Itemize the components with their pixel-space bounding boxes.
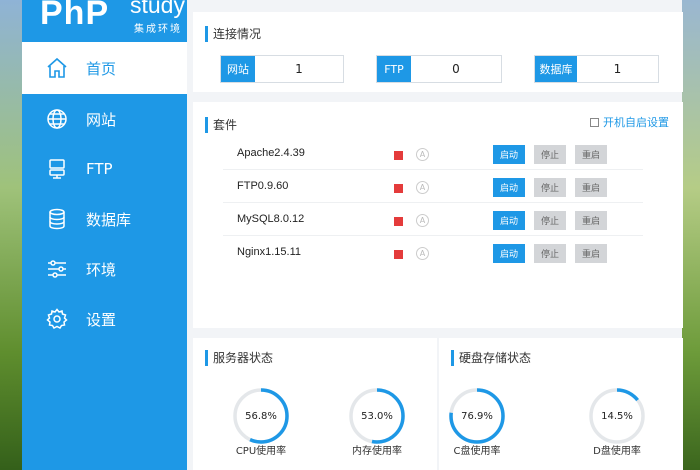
cpu-gauge: 56.8% (231, 386, 291, 446)
gauge-label: 内存使用率 (352, 446, 402, 457)
start-button[interactable]: 启动 (493, 244, 525, 263)
stop-button[interactable]: 停止 (534, 244, 566, 263)
home-icon (44, 55, 70, 81)
status-indicator (394, 250, 403, 259)
main-content: 连接情况 网站 1 FTP 0 数据库 1 套件 开机自启设置 Apache2.… (187, 0, 683, 470)
sidebar-item-label: 设置 (86, 310, 117, 329)
start-button[interactable]: 启动 (493, 178, 525, 197)
sidebar-item-label: 数据库 (86, 210, 132, 229)
connection-label: 网站 (221, 56, 255, 82)
gear-icon (44, 306, 70, 332)
server-status-title: 服务器状态 (205, 350, 273, 366)
service-name: Nginx1.15.11 (237, 246, 302, 258)
stop-button[interactable]: 停止 (534, 178, 566, 197)
auto-start-icon[interactable]: A (416, 247, 429, 260)
logo-study-text: study (130, 0, 185, 18)
sidebar-nav: 首页 网站 FTP 数据库 环境 设置 (22, 42, 187, 344)
autostart-checkbox[interactable] (590, 117, 599, 127)
connection-label: 数据库 (535, 56, 577, 82)
sidebar-item-label: 首页 (86, 59, 117, 78)
service-name: Apache2.4.39 (237, 147, 305, 159)
autostart-label: 开机自启设置 (603, 116, 669, 129)
connection-ftp: FTP 0 (376, 55, 502, 83)
server-icon (44, 156, 70, 182)
disk-status-panel: 硬盘存储状态 76.9% C盘使用率 14.5% D盘使用率 (439, 338, 683, 470)
gauge-value: 14.5% (601, 410, 633, 422)
sidebar-item-home[interactable]: 首页 (22, 42, 187, 94)
gauge-value: 53.0% (361, 410, 393, 422)
service-row-nginx: Nginx1.15.11 A 启动 停止 重启 (223, 239, 643, 269)
memory-gauge: 53.0% (347, 386, 407, 446)
server-status-panel: 服务器状态 56.8% CPU使用率 53.0% 内存使用率 (193, 338, 437, 470)
background-right (682, 0, 700, 470)
disk-status-title: 硬盘存储状态 (451, 350, 531, 366)
globe-icon (44, 106, 70, 132)
sidebar-item-settings[interactable]: 设置 (22, 294, 187, 344)
gauge-label: C盘使用率 (453, 446, 501, 457)
sidebar-item-website[interactable]: 网站 (22, 94, 187, 144)
background-left (0, 0, 22, 470)
sidebar-item-label: 环境 (86, 260, 117, 279)
sidebar-item-ftp[interactable]: FTP (22, 144, 187, 194)
connection-value: 0 (452, 62, 460, 76)
restart-button[interactable]: 重启 (575, 178, 607, 197)
sidebar-item-label: FTP (86, 160, 113, 178)
service-name: FTP0.9.60 (237, 180, 289, 192)
database-icon (44, 206, 70, 232)
sidebar-item-label: 网站 (86, 110, 117, 129)
sidebar: PhP study 集成环境 首页 网站 FTP 数据库 环境 设置 (22, 0, 187, 470)
service-row-mysql: MySQL8.0.12 A 启动 停止 重启 (223, 206, 643, 236)
status-indicator (394, 217, 403, 226)
service-row-ftp: FTP0.9.60 A 启动 停止 重启 (223, 173, 643, 203)
app-logo: PhP study 集成环境 (22, 0, 187, 42)
c-drive-gauge: 76.9% (447, 386, 507, 446)
sidebar-item-database[interactable]: 数据库 (22, 194, 187, 244)
sliders-icon (44, 256, 70, 282)
sidebar-item-environment[interactable]: 环境 (22, 244, 187, 294)
stop-button[interactable]: 停止 (534, 211, 566, 230)
logo-php-text: PhP (40, 0, 110, 32)
connection-database: 数据库 1 (534, 55, 659, 83)
stop-button[interactable]: 停止 (534, 145, 566, 164)
start-button[interactable]: 启动 (493, 145, 525, 164)
start-button[interactable]: 启动 (493, 211, 525, 230)
logo-subtitle: 集成环境 (134, 24, 182, 35)
service-row-apache: Apache2.4.39 A 启动 停止 重启 (223, 140, 643, 170)
auto-start-icon[interactable]: A (416, 214, 429, 227)
auto-start-icon[interactable]: A (416, 181, 429, 194)
status-indicator (394, 184, 403, 193)
restart-button[interactable]: 重启 (575, 244, 607, 263)
connection-title: 连接情况 (205, 26, 261, 42)
suite-panel: 套件 开机自启设置 Apache2.4.39 A 启动 停止 重启 FTP0.9… (193, 102, 683, 328)
gauge-label: CPU使用率 (235, 446, 287, 457)
connection-website: 网站 1 (220, 55, 344, 83)
status-indicator (394, 151, 403, 160)
connection-value: 1 (295, 62, 303, 76)
connection-panel: 连接情况 网站 1 FTP 0 数据库 1 (193, 12, 683, 92)
d-drive-gauge: 14.5% (587, 386, 647, 446)
connection-value: 1 (613, 62, 622, 76)
connection-label: FTP (377, 56, 411, 82)
gauge-value: 56.8% (245, 410, 277, 422)
gauge-label: D盘使用率 (593, 446, 641, 457)
restart-button[interactable]: 重启 (575, 211, 607, 230)
suite-title: 套件 (205, 117, 237, 133)
gauge-value: 76.9% (461, 410, 493, 422)
restart-button[interactable]: 重启 (575, 145, 607, 164)
auto-start-icon[interactable]: A (416, 148, 429, 161)
autostart-settings-link[interactable]: 开机自启设置 (590, 114, 669, 130)
service-name: MySQL8.0.12 (237, 213, 305, 225)
